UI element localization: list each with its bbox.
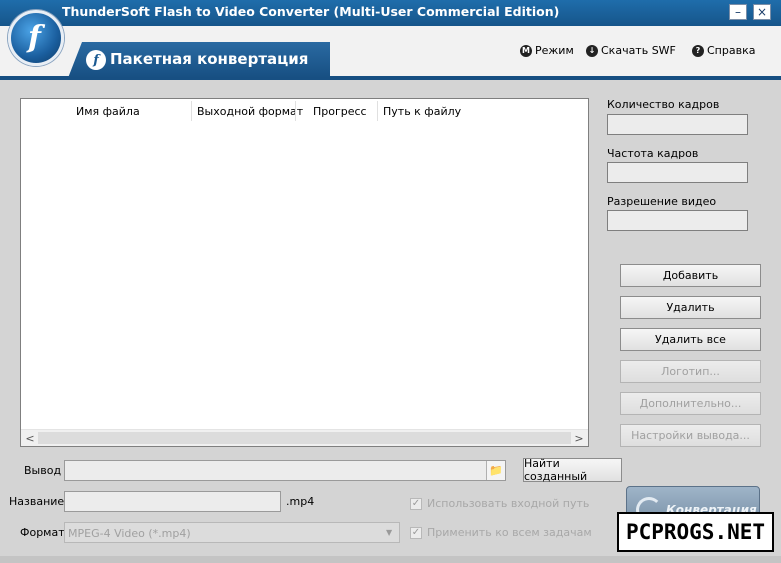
use-input-path-label: Использовать входной путь [427, 497, 590, 510]
horizontal-scrollbar[interactable]: < > [21, 429, 588, 446]
check-icon: ✓ [410, 526, 422, 539]
check-icon: ✓ [410, 497, 422, 510]
frame-rate-field [607, 162, 748, 183]
help-label: Справка [707, 44, 756, 57]
resolution-label: Разрешение видео [607, 195, 717, 208]
frame-count-label: Количество кадров [607, 98, 720, 111]
folder-open-icon[interactable]: 📁 [486, 461, 505, 480]
download-label: Скачать SWF [601, 44, 676, 57]
column-output-format[interactable]: Выходной формат [197, 99, 303, 123]
scroll-right-icon[interactable]: > [571, 431, 587, 445]
column-file-path[interactable]: Путь к файлу [383, 99, 461, 123]
minimize-button[interactable]: – [729, 4, 747, 20]
download-icon: ↓ [586, 44, 598, 57]
window-title: ThunderSoft Flash to Video Converter (Mu… [62, 4, 560, 19]
help-icon: ? [692, 44, 704, 57]
find-output-button[interactable]: Найти созданный [523, 457, 622, 483]
bottom-strip [0, 556, 781, 563]
mode-icon: M [520, 44, 532, 57]
help-link[interactable]: ? Справка [692, 44, 755, 57]
column-separator [191, 101, 192, 121]
name-input[interactable] [64, 491, 281, 512]
close-button[interactable]: × [753, 4, 771, 20]
output-settings-button[interactable]: Настройки вывода... [620, 424, 761, 447]
apply-all-label: Применить ко всем задачам [427, 526, 592, 539]
remove-button[interactable]: Удалить [620, 296, 761, 319]
output-label: Вывод [24, 464, 62, 477]
frame-count-field [607, 114, 748, 135]
resolution-field [607, 210, 748, 231]
column-separator [377, 101, 378, 121]
frame-rate-label: Частота кадров [607, 147, 699, 160]
extension-label: .mp4 [286, 495, 315, 508]
mode-link[interactable]: M Режим [520, 44, 574, 57]
use-input-path-checkbox[interactable]: ✓ Использовать входной путь [410, 497, 589, 510]
output-path-input[interactable] [64, 460, 506, 481]
scroll-left-icon[interactable]: < [22, 431, 38, 445]
apply-all-checkbox[interactable]: ✓ Применить ко всем задачам [410, 526, 592, 539]
format-select[interactable]: MPEG-4 Video (*.mp4) [64, 522, 400, 543]
add-button[interactable]: Добавить [620, 264, 761, 287]
column-separator [295, 101, 296, 121]
mode-label: Режим [535, 44, 574, 57]
format-label: Формат [20, 526, 65, 539]
file-list[interactable]: Имя файла Выходной формат Прогресс Путь … [20, 98, 589, 447]
name-label: Название [9, 495, 65, 508]
logo-button[interactable]: Логотип... [620, 360, 761, 383]
flash-logo-icon: f [28, 20, 41, 55]
column-progress[interactable]: Прогресс [313, 99, 367, 123]
remove-all-button[interactable]: Удалить все [620, 328, 761, 351]
advanced-button[interactable]: Дополнительно... [620, 392, 761, 415]
scroll-track[interactable] [38, 432, 571, 444]
tab-label: Пакетная конвертация [110, 50, 309, 68]
download-swf-link[interactable]: ↓ Скачать SWF [586, 44, 676, 57]
watermark: PCPROGS.NET [617, 512, 774, 552]
chevron-down-icon: ▼ [386, 528, 393, 537]
column-filename[interactable]: Имя файла [76, 99, 140, 123]
flash-icon: f [86, 50, 106, 70]
